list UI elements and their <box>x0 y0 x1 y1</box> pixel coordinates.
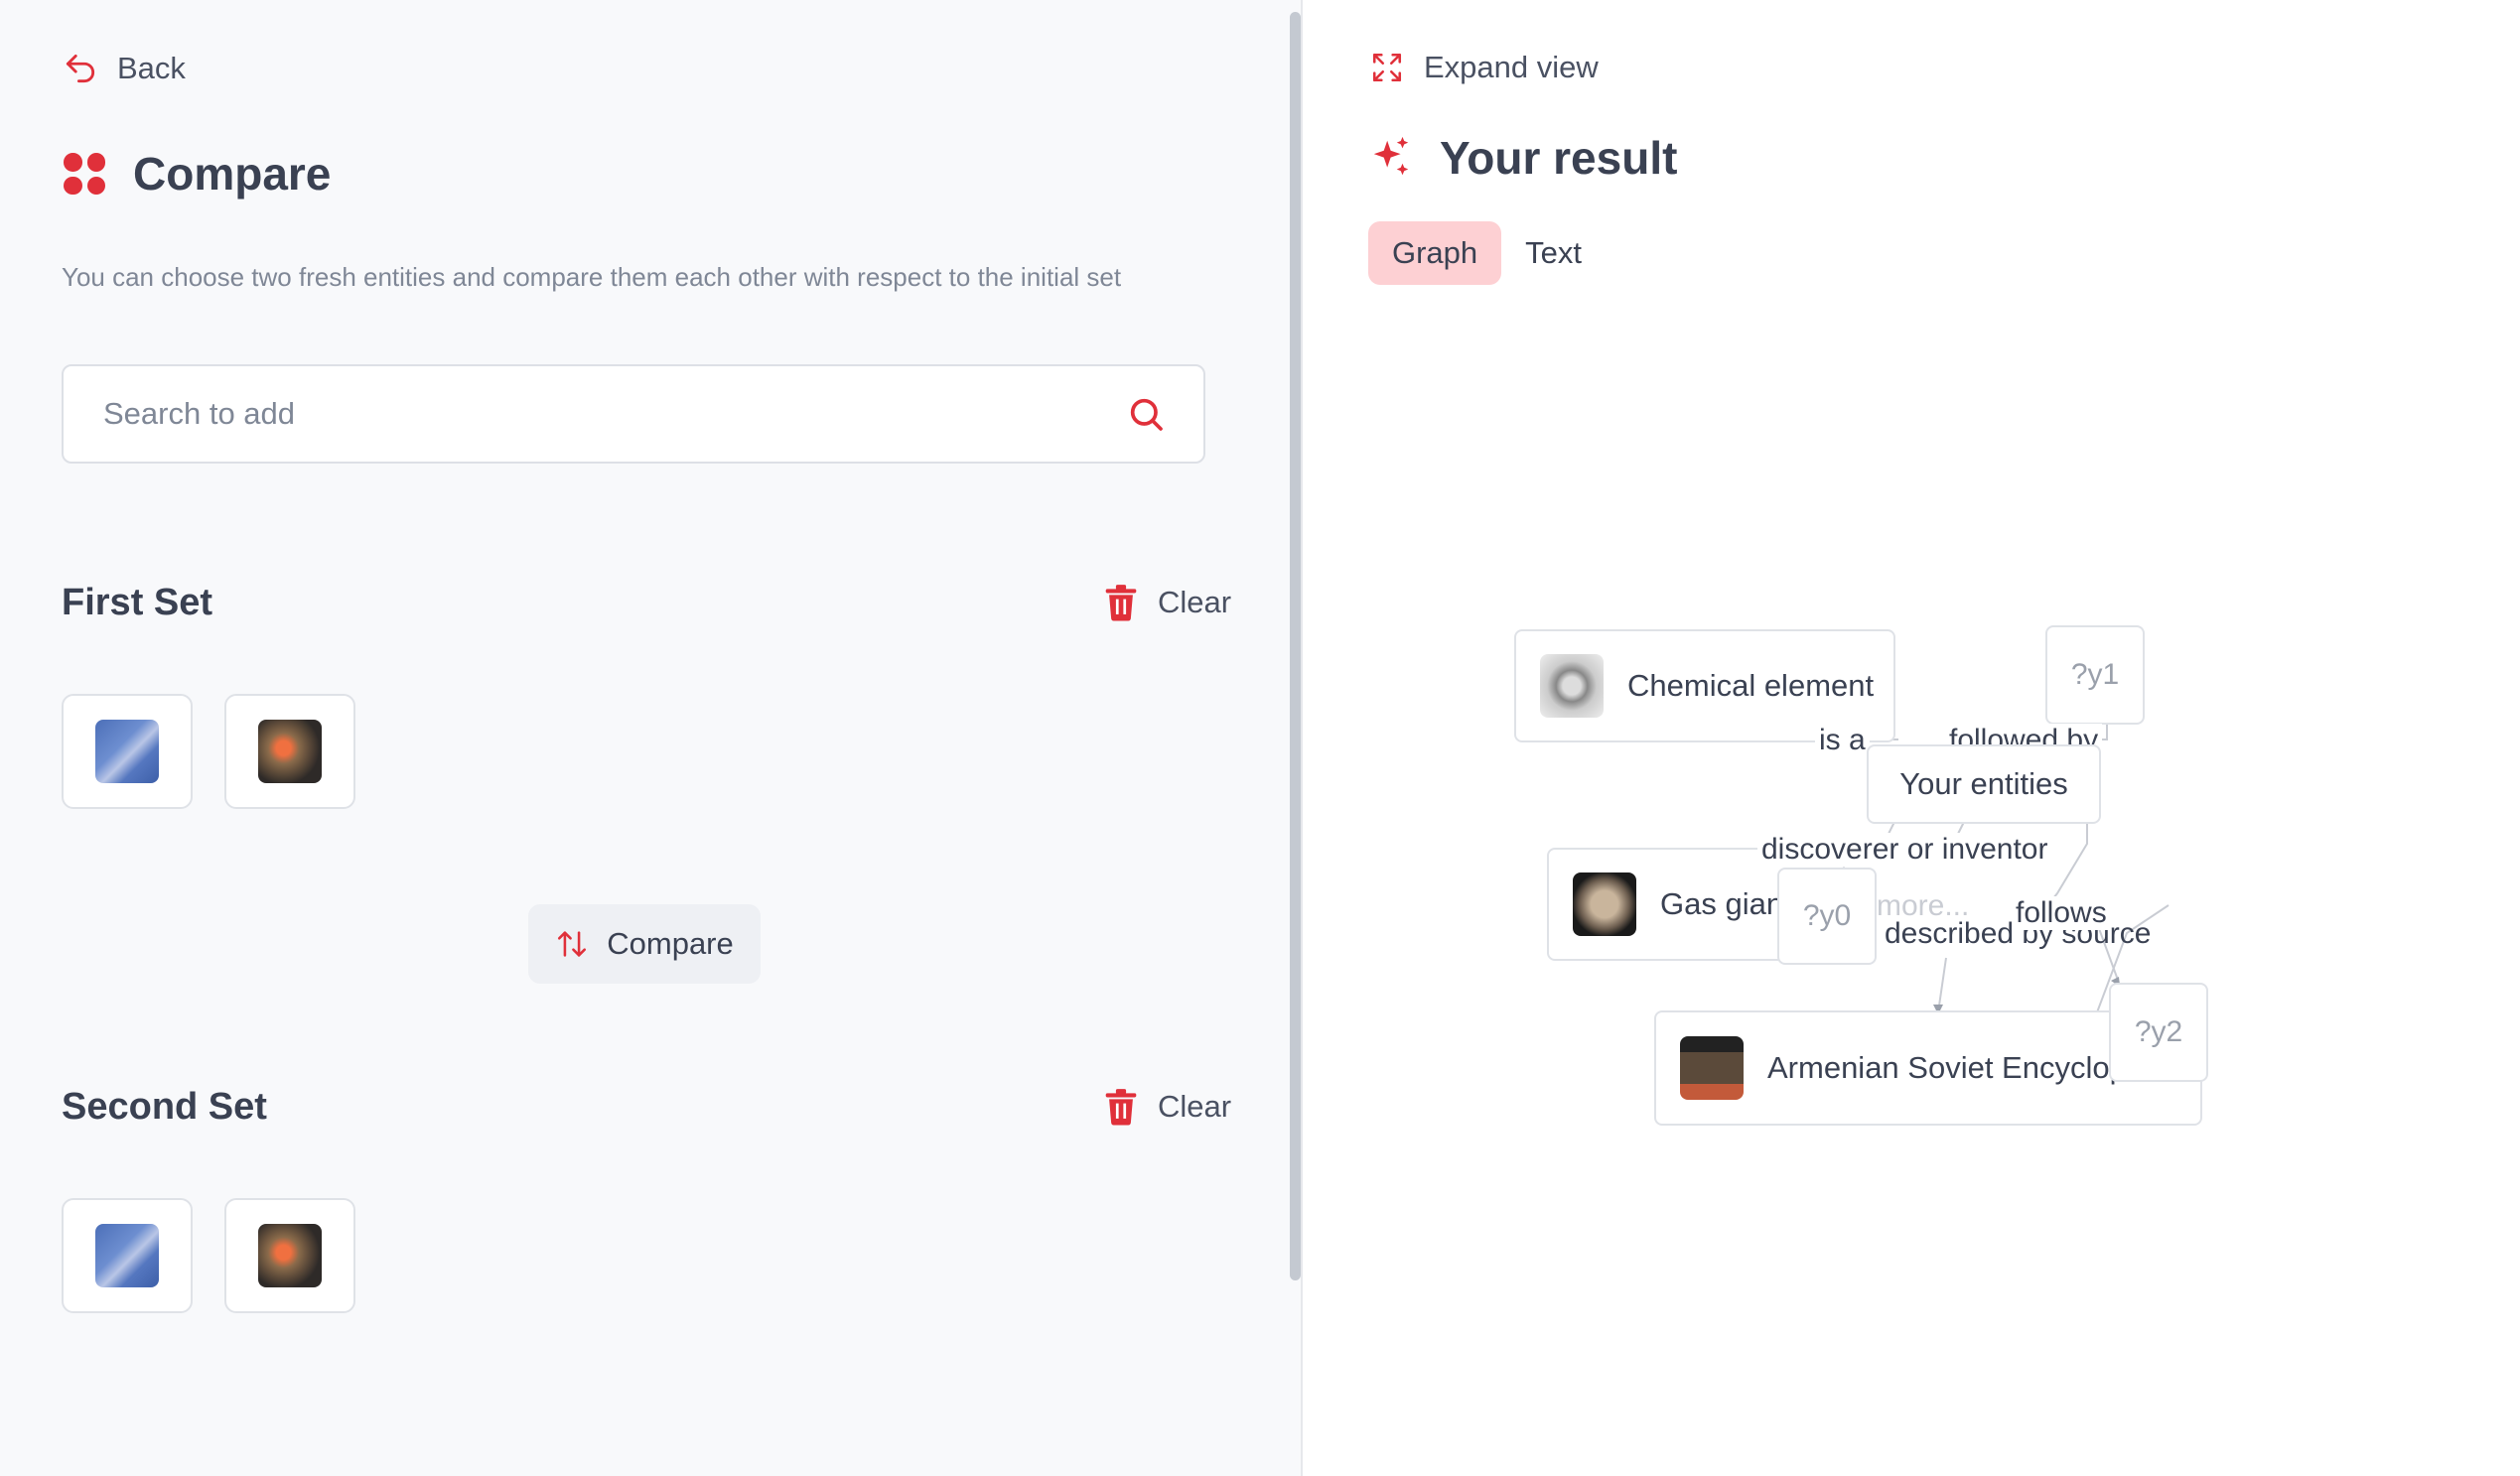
expand-icon <box>1372 53 1402 82</box>
back-label: Back <box>117 51 186 85</box>
graph-variable-y2[interactable]: ?y2 <box>2109 983 2208 1082</box>
page-title-row: Compare <box>64 147 331 201</box>
result-title-row: Your result <box>1368 131 1677 185</box>
trash-icon <box>1105 585 1137 621</box>
result-tabs: Graph Text <box>1368 221 1606 285</box>
compare-panel: Back Compare You can choose two fresh en… <box>0 0 1303 1476</box>
expand-view-button[interactable]: Expand view <box>1370 50 1599 85</box>
first-set-entity-1[interactable] <box>62 694 193 809</box>
search-input[interactable] <box>103 396 997 432</box>
back-arrow-icon <box>66 54 95 83</box>
swap-vertical-icon <box>558 931 587 957</box>
graph-edges <box>1875 695 2170 1014</box>
second-set-title: Second Set <box>62 1086 267 1128</box>
search-icon[interactable] <box>1126 394 1166 434</box>
first-set-clear-button[interactable]: Clear <box>1104 584 1231 621</box>
edge-label-discoverer-or-inventor: discoverer or inventor <box>1757 833 2052 867</box>
graph-variable-y0[interactable]: ?y0 <box>1777 868 1877 965</box>
first-set-title: First Set <box>62 582 213 623</box>
compare-label: Compare <box>607 926 734 961</box>
tab-graph[interactable]: Graph <box>1368 221 1502 285</box>
node-label: Gas giant <box>1660 886 1792 921</box>
graph-node-your-entities[interactable]: Your entities <box>1867 744 2101 824</box>
expand-view-label: Expand view <box>1424 50 1599 84</box>
entity-thumbnail <box>95 1224 159 1287</box>
result-graph[interactable]: Chemical element ?y1 is a followed by Yo… <box>1303 298 2520 1476</box>
second-set-entity-2[interactable] <box>224 1198 355 1313</box>
back-button[interactable]: Back <box>62 50 186 87</box>
entity-thumbnail <box>258 720 322 783</box>
node-thumbnail <box>1680 1036 1744 1100</box>
page-title: Compare <box>133 148 332 200</box>
node-label: Chemical element <box>1627 668 1875 703</box>
clear-label: Clear <box>1158 1089 1232 1124</box>
tab-text[interactable]: Text <box>1501 221 1606 285</box>
result-title: Your result <box>1440 132 1678 184</box>
compare-button[interactable]: Compare <box>528 904 761 984</box>
trash-icon <box>1105 1089 1137 1126</box>
clear-label: Clear <box>1158 585 1232 619</box>
edge-label-is-a: is a <box>1815 724 1870 757</box>
edge-label-follows: follows <box>2012 896 2111 930</box>
first-set-entity-2[interactable] <box>224 694 355 809</box>
entity-thumbnail <box>258 1224 322 1287</box>
graph-variable-y1[interactable]: ?y1 <box>2045 625 2145 725</box>
second-set-clear-button[interactable]: Clear <box>1104 1088 1231 1126</box>
sparkles-icon <box>1373 136 1409 176</box>
scrollbar[interactable] <box>1290 12 1301 1280</box>
second-set-entity-1[interactable] <box>62 1198 193 1313</box>
node-thumbnail <box>1540 654 1604 718</box>
compare-grid-icon <box>64 153 105 195</box>
compare-description: You can choose two fresh entities and co… <box>62 262 1122 292</box>
search-box <box>62 364 1205 464</box>
entity-thumbnail <box>95 720 159 783</box>
node-thumbnail <box>1573 872 1636 936</box>
